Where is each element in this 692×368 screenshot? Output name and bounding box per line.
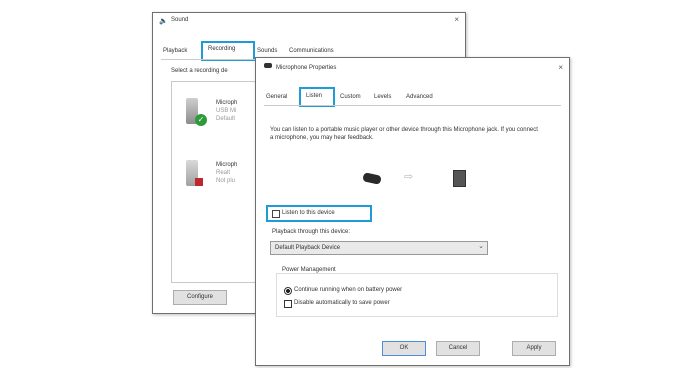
tab-advanced[interactable]: Advanced bbox=[406, 94, 433, 100]
recording-tab-highlight bbox=[201, 41, 255, 61]
device-line2: Realt bbox=[216, 170, 231, 176]
listen-description: You can listen to a portable music playe… bbox=[270, 127, 538, 141]
playback-device-dropdown[interactable]: Default Playback Device ⌄ bbox=[270, 241, 488, 255]
power-option-radio-1[interactable] bbox=[284, 287, 292, 295]
tab-strip-divider bbox=[264, 105, 561, 106]
power-management-label: Power Management bbox=[280, 267, 338, 273]
tab-custom[interactable]: Custom bbox=[340, 94, 361, 100]
device-name: Microph bbox=[216, 162, 238, 168]
close-icon[interactable]: × bbox=[454, 15, 459, 24]
device-line2: USB Mi bbox=[216, 108, 237, 114]
device-line3: Default bbox=[216, 116, 236, 122]
apply-button[interactable]: Apply bbox=[512, 341, 556, 356]
speaker-icon: 🔈 bbox=[159, 18, 168, 25]
sound-titlebar: 🔈 Sound × bbox=[153, 13, 465, 29]
tab-general[interactable]: General bbox=[266, 94, 287, 100]
check-icon: ✓ bbox=[195, 114, 207, 126]
tab-sounds[interactable]: Sounds bbox=[257, 48, 277, 54]
chevron-down-icon: ⌄ bbox=[478, 243, 484, 250]
ok-button[interactable]: OK bbox=[382, 341, 426, 356]
configure-button[interactable]: Configure bbox=[173, 290, 227, 305]
arrow-icon: ⇨ bbox=[404, 171, 414, 183]
device-name: Microph bbox=[216, 100, 238, 106]
microphone-device-graphic bbox=[362, 172, 382, 185]
listen-tab-highlight bbox=[299, 87, 335, 107]
listen-checkbox-label: Listen to this device bbox=[282, 210, 335, 216]
playback-label: Playback through this device: bbox=[272, 229, 351, 235]
playback-device-value: Default Playback Device bbox=[275, 245, 341, 251]
tab-communications[interactable]: Communications bbox=[289, 48, 334, 54]
microphone-properties-window: Microphone Properties × General Listen C… bbox=[255, 57, 570, 366]
tab-levels[interactable]: Levels bbox=[374, 94, 391, 100]
sound-window-title: Sound bbox=[171, 17, 189, 23]
power-management-group bbox=[276, 273, 558, 317]
close-icon[interactable]: × bbox=[558, 63, 563, 72]
listen-checkbox[interactable] bbox=[272, 210, 280, 218]
power-option-label-1: Continue running when on battery power bbox=[294, 287, 403, 293]
speaker-device-icon bbox=[453, 170, 466, 187]
device-line3: Not plu bbox=[216, 178, 236, 184]
microphone-icon bbox=[264, 63, 272, 68]
unplugged-icon bbox=[195, 178, 203, 186]
recording-instruction: Select a recording de bbox=[171, 68, 228, 74]
properties-titlebar: Microphone Properties × bbox=[256, 58, 569, 74]
power-option-label-2: Disable automatically to save power bbox=[294, 300, 390, 306]
power-option-radio-2[interactable] bbox=[284, 300, 292, 308]
tab-playback[interactable]: Playback bbox=[163, 48, 187, 54]
properties-window-title: Microphone Properties bbox=[276, 65, 337, 71]
cancel-button[interactable]: Cancel bbox=[436, 341, 480, 356]
